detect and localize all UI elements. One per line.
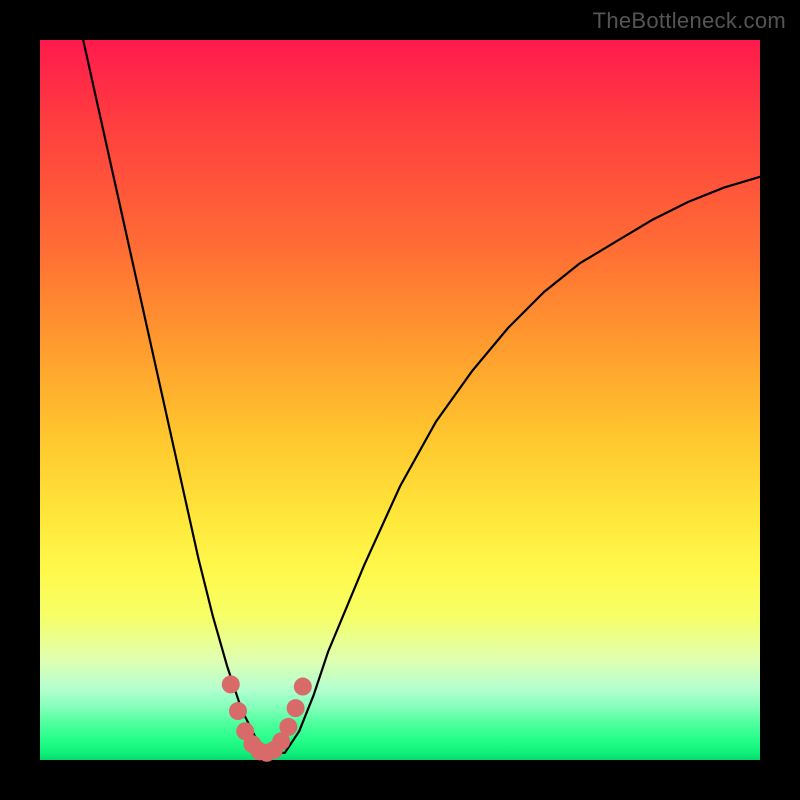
bottleneck-curve <box>83 40 760 753</box>
marker-dot <box>287 699 305 717</box>
marker-dot <box>294 678 312 696</box>
marker-dot <box>229 702 247 720</box>
plot-area <box>40 40 760 760</box>
marker-dot <box>222 675 240 693</box>
marker-dot <box>279 718 297 736</box>
chart-frame: TheBottleneck.com <box>0 0 800 800</box>
curve-layer <box>40 40 760 760</box>
optimal-range-markers <box>222 675 312 761</box>
watermark-text: TheBottleneck.com <box>593 8 786 34</box>
